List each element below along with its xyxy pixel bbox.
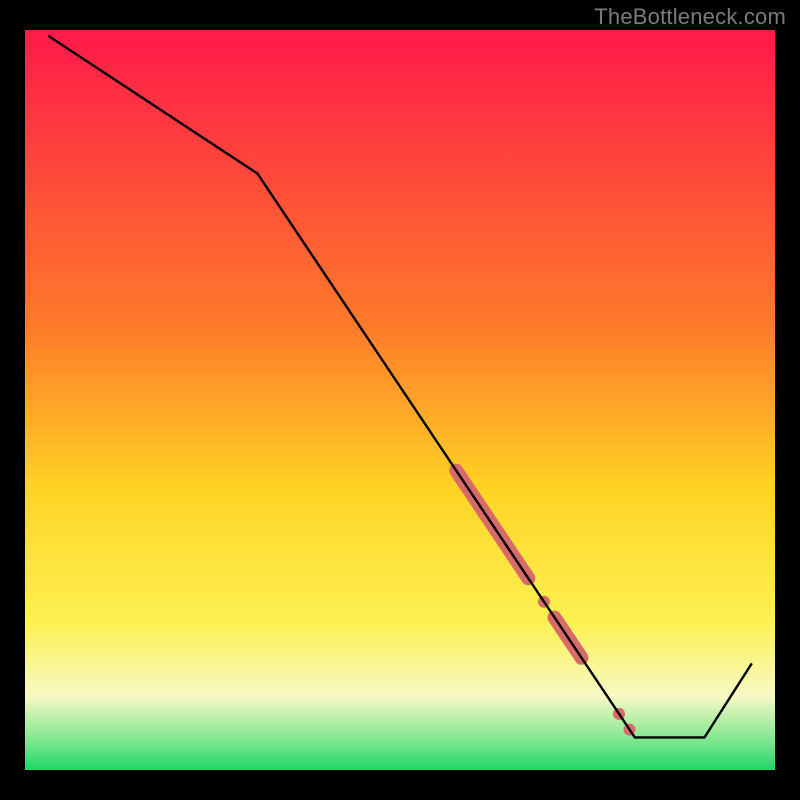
bottleneck-chart [0,0,800,800]
plot-background [25,30,775,770]
